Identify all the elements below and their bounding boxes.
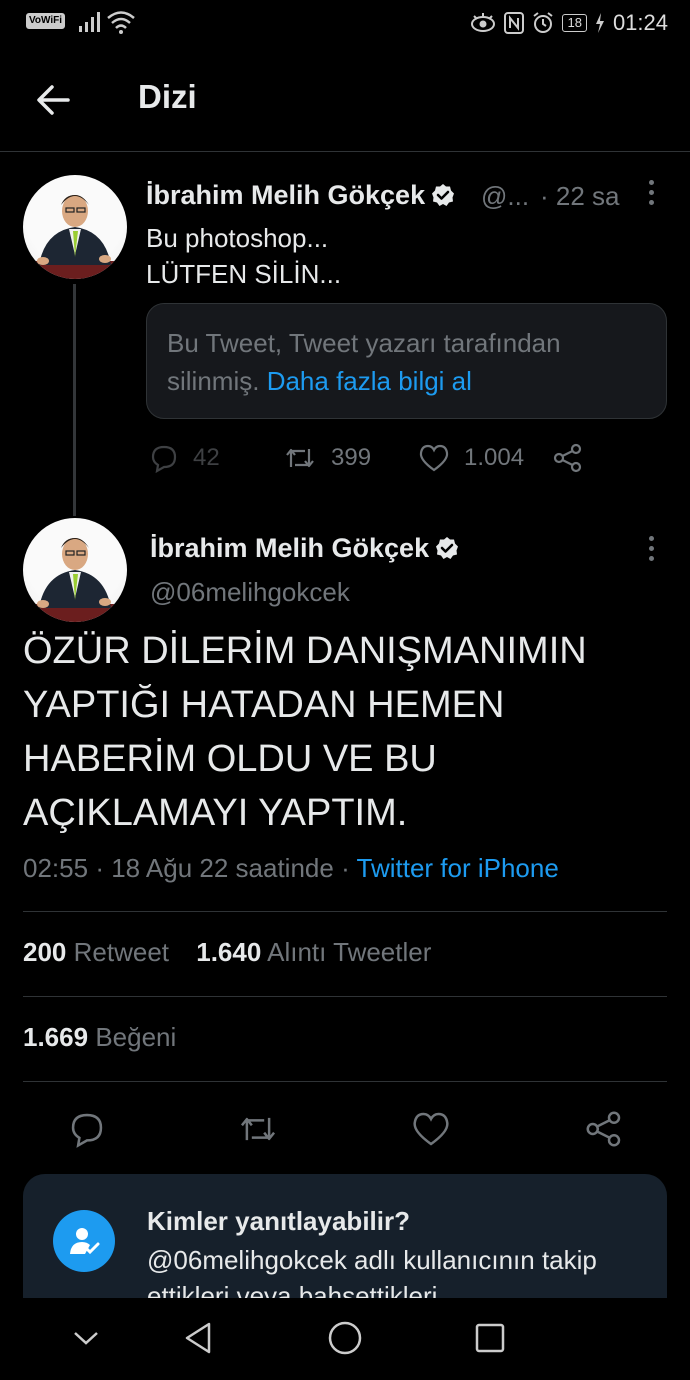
chevron-down-icon (74, 1332, 98, 1345)
reply-button[interactable]: 42 (149, 440, 220, 476)
triangle-back-icon (185, 1322, 211, 1354)
divider (23, 996, 667, 997)
tweet-actions: 42 399 1.004 (146, 440, 606, 476)
hide-nav-button[interactable] (66, 1318, 106, 1358)
author-handle[interactable]: @06melihgokcek (150, 577, 350, 608)
nav-recents-button[interactable] (470, 1318, 510, 1358)
nfc-icon (504, 12, 525, 34)
battery-indicator: 18 (562, 14, 587, 32)
avatar[interactable] (23, 175, 127, 279)
square-recents-icon (475, 1323, 505, 1353)
clock: 01:24 (612, 10, 668, 35)
vowifi-indicator: VoWiFi (26, 13, 66, 29)
who-can-reply-title: Kimler yanıtlayabilir? (147, 1206, 410, 1236)
charging-icon (595, 13, 604, 33)
verified-badge-icon (432, 184, 455, 206)
system-nav-bar (0, 1298, 690, 1380)
tweet-actions (23, 1105, 667, 1153)
nav-back-button[interactable] (178, 1318, 218, 1358)
avatar[interactable] (23, 518, 127, 622)
page-title: Dizi (138, 78, 197, 115)
tweet-time: · 22 sa (540, 181, 620, 211)
tweet-text: ÖZÜR DİLERİM DANIŞMANIMIN YAPTIĞI HATADA… (23, 630, 587, 834)
nav-home-button[interactable] (325, 1318, 365, 1358)
divider (23, 911, 667, 912)
status-bar: VoWiFi 18 01:24 (0, 0, 690, 48)
heart-icon (413, 1112, 449, 1146)
mention-user-icon (53, 1210, 115, 1272)
deleted-quote-notice: Bu Tweet, Tweet yazarı tarafından silinm… (146, 303, 667, 419)
alarm-icon (533, 12, 554, 33)
thread-line (73, 284, 76, 516)
reply-icon (71, 1113, 103, 1148)
reply-button[interactable] (63, 1105, 111, 1153)
retweet-button[interactable]: 399 (283, 440, 371, 476)
learn-more-link[interactable]: Daha fazla bilgi al (267, 366, 472, 396)
more-options-button[interactable] (641, 534, 661, 564)
like-stats: 1.669 Beğeni (23, 1022, 176, 1053)
circle-home-icon (328, 1321, 362, 1355)
author-name[interactable]: İbrahim Melih Gökçek (150, 533, 459, 564)
eye-comfort-icon (471, 13, 496, 32)
retweet-stat[interactable]: 200 Retweet (23, 937, 169, 967)
avatar-image (33, 195, 117, 279)
divider (23, 1081, 667, 1082)
retweet-icon (286, 448, 314, 468)
back-button[interactable] (34, 82, 74, 118)
share-button[interactable] (580, 1105, 628, 1153)
retweet-icon (240, 1117, 276, 1141)
like-button[interactable] (407, 1105, 455, 1153)
back-arrow-icon (37, 85, 70, 115)
wifi-icon (107, 11, 135, 34)
retweet-stats: 200 Retweet 1.640 Alıntı Tweetler (23, 937, 431, 968)
share-button[interactable] (552, 440, 584, 476)
author-handle: @... (481, 181, 530, 211)
tweet-source[interactable]: Twitter for iPhone (357, 853, 559, 883)
author-name[interactable]: İbrahim Melih Gökçek (146, 180, 455, 211)
signal-icon (79, 12, 100, 32)
header: Dizi (0, 48, 690, 152)
tweet-text: Bu photoshop... LÜTFEN SİLİN... (146, 223, 342, 289)
tweet-date[interactable]: 18 Ağu 22 saatinde (111, 853, 334, 883)
heart-icon (419, 444, 449, 472)
more-options-button[interactable] (641, 178, 661, 208)
verified-badge-icon (436, 537, 459, 559)
tweet-metadata: 02:55 · 18 Ağu 22 saatinde · Twitter for… (23, 853, 559, 883)
share-icon (586, 1111, 621, 1147)
share-icon (553, 443, 582, 473)
tweet-time[interactable]: 02:55 (23, 853, 88, 883)
like-button[interactable]: 1.004 (418, 440, 524, 476)
retweet-button[interactable] (234, 1105, 282, 1153)
quote-stat[interactable]: 1.640 Alıntı Tweetler (196, 937, 431, 967)
reply-icon (151, 445, 177, 473)
avatar-image (33, 538, 117, 622)
like-stat[interactable]: 1.669 Beğeni (23, 1022, 176, 1052)
